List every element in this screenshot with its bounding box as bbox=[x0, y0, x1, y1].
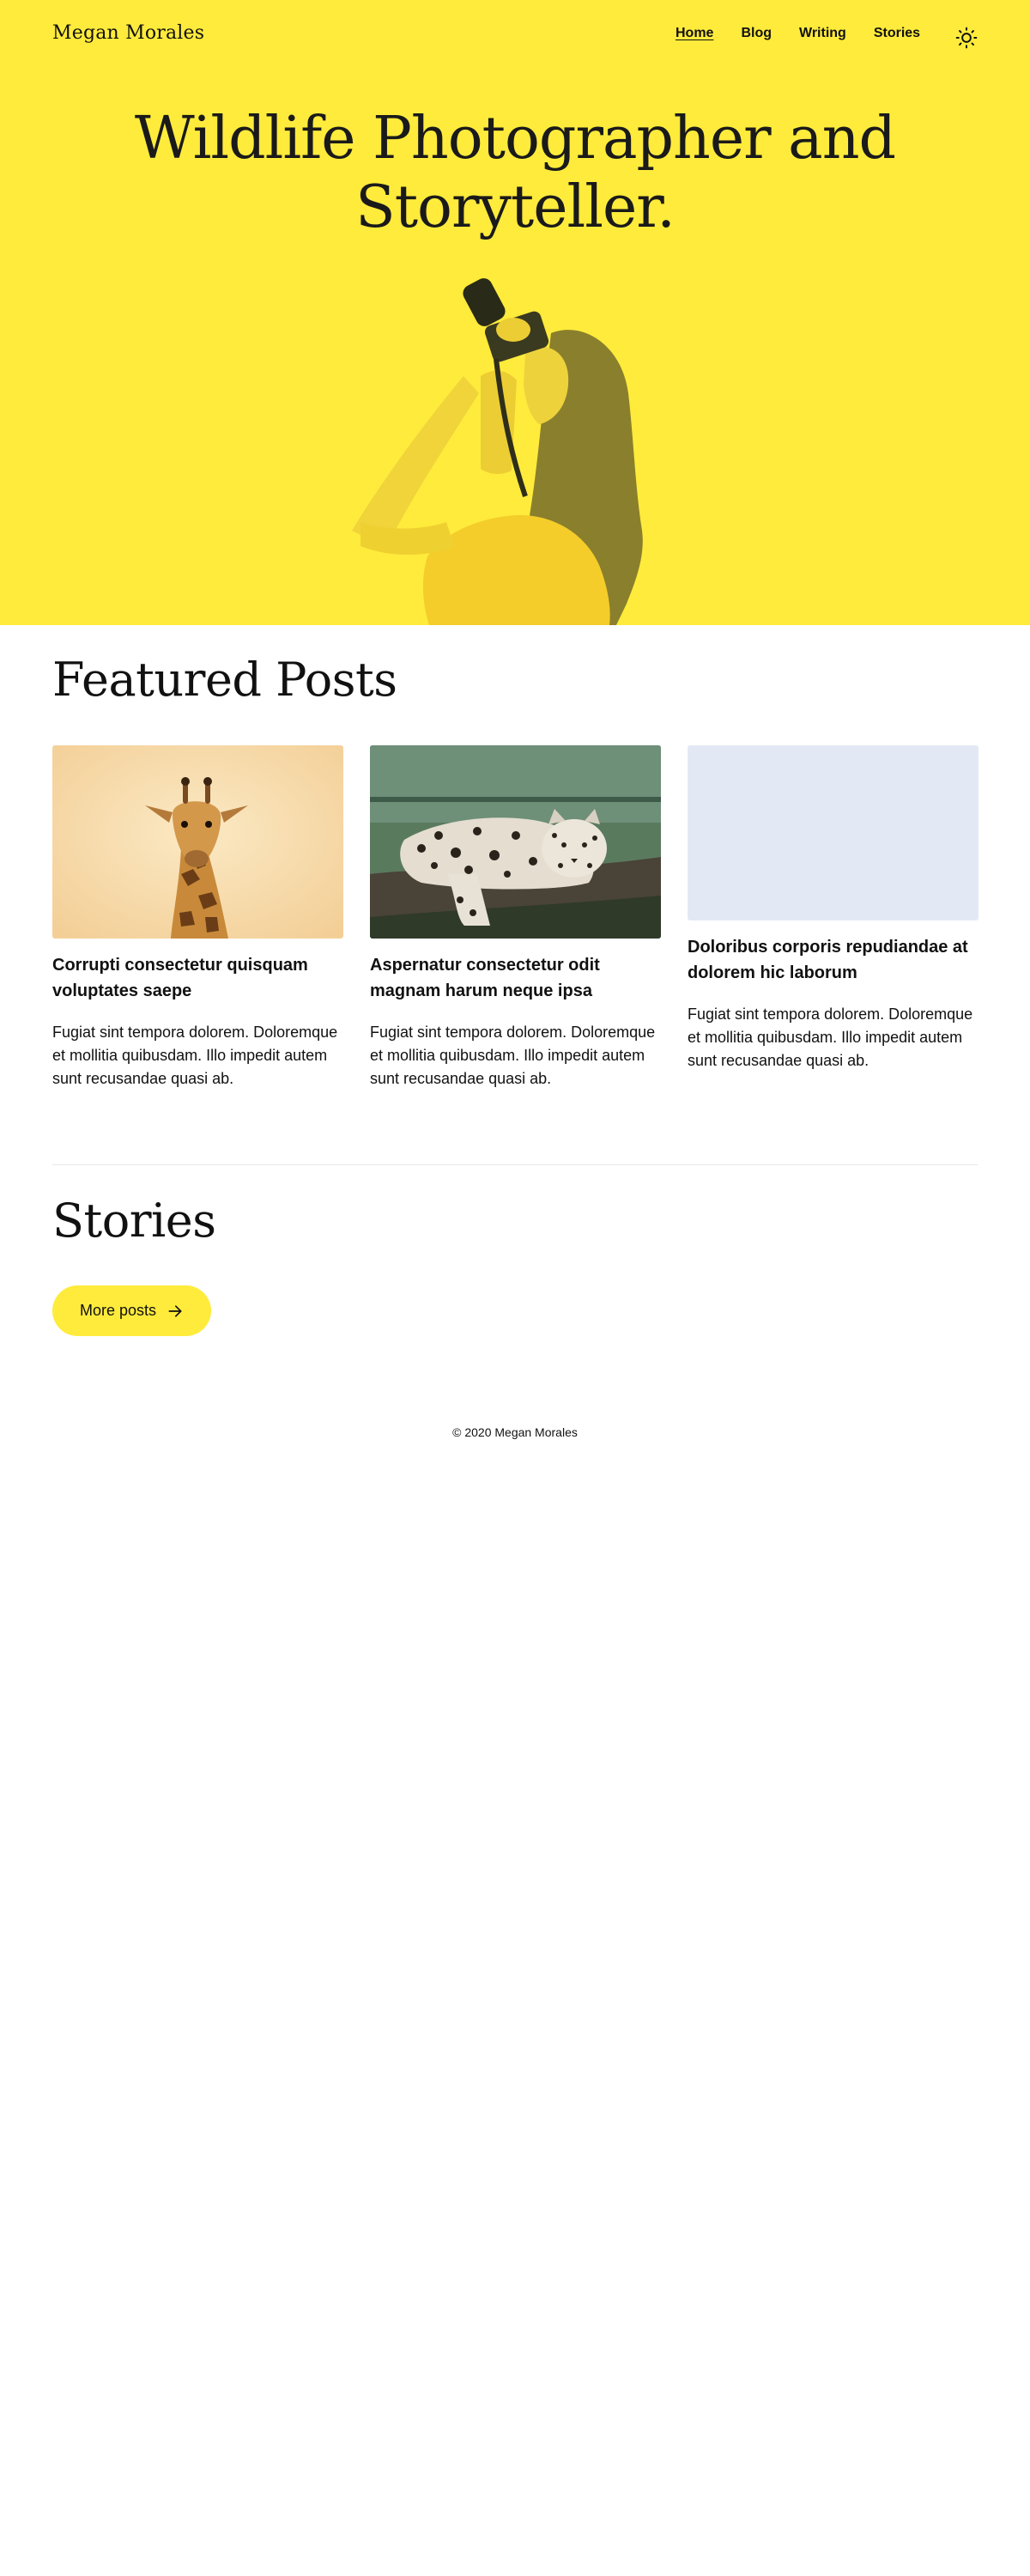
post-excerpt: Fugiat sint tempora dolorem. Doloremque … bbox=[52, 1024, 338, 1087]
nav-item-stories[interactable]: Stories bbox=[874, 26, 920, 41]
photographer-image bbox=[352, 278, 643, 625]
hero-heading: Wildlife Photographer and Storyteller. bbox=[86, 105, 944, 242]
more-posts-button[interactable]: More posts bbox=[52, 1285, 211, 1336]
footer: © 2020 Megan Morales bbox=[0, 1425, 1030, 1439]
sun-icon bbox=[955, 27, 978, 49]
hero-section: Megan Morales Home Blog Writing Stories … bbox=[0, 0, 1030, 625]
nav-item-blog[interactable]: Blog bbox=[741, 26, 772, 41]
giraffe-image bbox=[52, 745, 343, 939]
placeholder-image bbox=[688, 745, 978, 920]
featured-post-card[interactable]: Doloribus corporis repudiandae at dolore… bbox=[688, 745, 978, 1072]
arrow-right-icon bbox=[168, 1304, 182, 1317]
theme-toggle-button[interactable] bbox=[955, 27, 978, 49]
main-nav: Home Blog Writing Stories bbox=[676, 26, 948, 41]
featured-post-card[interactable]: Corrupti consectetur quisquam voluptates… bbox=[52, 745, 343, 1091]
post-excerpt: Fugiat sint tempora dolorem. Doloremque … bbox=[688, 1005, 973, 1069]
featured-post-card[interactable]: Aspernatur consectetur odit magnam harum… bbox=[370, 745, 661, 1091]
leopard-image bbox=[370, 745, 661, 939]
hero-heading-line-2: Storyteller. bbox=[355, 173, 676, 241]
post-title[interactable]: Doloribus corporis repudiandae at dolore… bbox=[688, 934, 978, 986]
nav-item-home[interactable]: Home bbox=[676, 26, 713, 41]
more-posts-label: More posts bbox=[79, 1302, 157, 1319]
nav-item-writing[interactable]: Writing bbox=[799, 26, 846, 41]
section-divider bbox=[52, 1164, 978, 1165]
site-title[interactable]: Megan Morales bbox=[52, 22, 204, 44]
hero-heading-line-1: Wildlife Photographer and bbox=[134, 105, 896, 173]
copyright-text: © 2020 Megan Morales bbox=[452, 1425, 578, 1439]
post-title[interactable]: Corrupti consectetur quisquam voluptates… bbox=[52, 952, 343, 1004]
post-excerpt: Fugiat sint tempora dolorem. Doloremque … bbox=[370, 1024, 656, 1087]
post-title[interactable]: Aspernatur consectetur odit magnam harum… bbox=[370, 952, 661, 1004]
stories-heading: Stories bbox=[52, 1194, 216, 1248]
featured-posts-heading: Featured Posts bbox=[52, 653, 397, 707]
